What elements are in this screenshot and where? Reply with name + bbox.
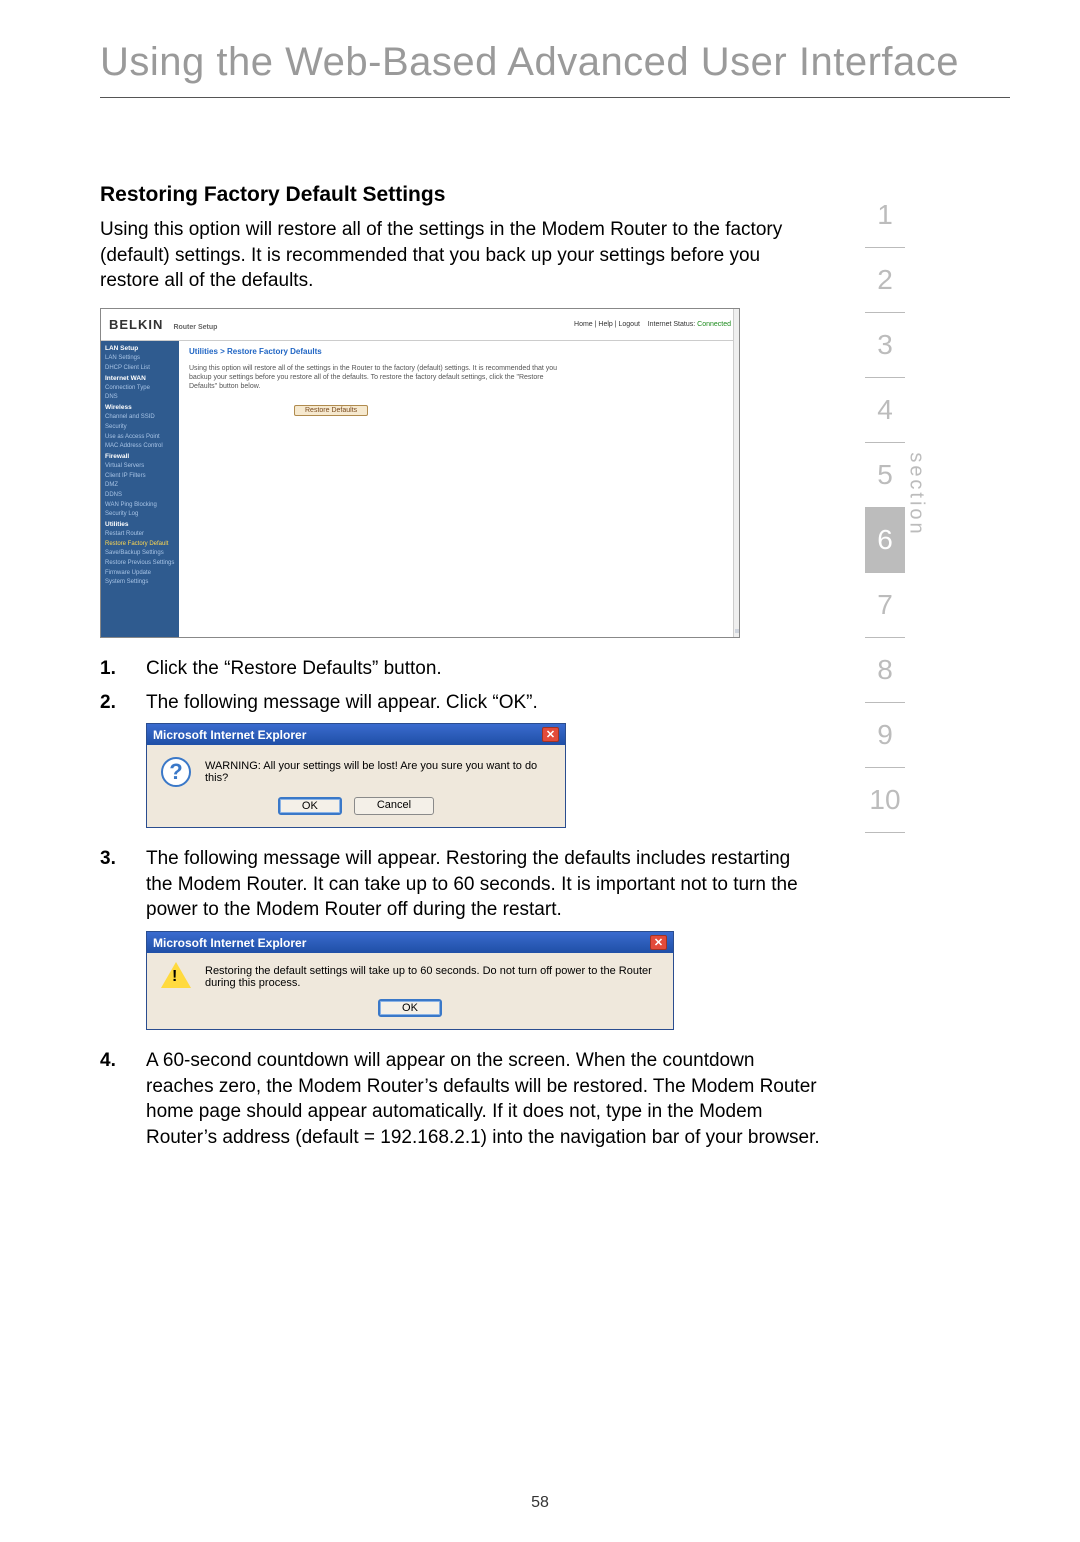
sidebar-item[interactable]: Security Log — [105, 510, 175, 520]
router-header-links: Home | Help | Logout Internet Status: Co… — [574, 321, 731, 328]
sidebar-item[interactable]: Restart Router — [105, 530, 175, 540]
router-brand: BELKIN — [109, 317, 163, 332]
sidebar-item[interactable]: System Settings — [105, 578, 175, 588]
warning-icon — [161, 962, 191, 988]
sidebar-item[interactable]: Restore Previous Settings — [105, 559, 175, 569]
dialog-title-text: Microsoft Internet Explorer — [153, 936, 306, 950]
sidebar-item[interactable]: Use as Access Point — [105, 433, 175, 443]
sidebar-item[interactable]: DNS — [105, 393, 175, 403]
dialog-title-text: Microsoft Internet Explorer — [153, 728, 306, 742]
section-nav-9[interactable]: 9 — [865, 703, 905, 768]
step-4-text: A 60-second countdown will appear on the… — [146, 1048, 820, 1151]
router-scrollbar[interactable] — [733, 309, 739, 637]
section-nav-6[interactable]: 6 — [865, 508, 905, 573]
section-nav-4[interactable]: 4 — [865, 378, 905, 443]
section-nav-8[interactable]: 8 — [865, 638, 905, 703]
section-nav-1[interactable]: 1 — [865, 183, 905, 248]
question-icon: ? — [161, 757, 191, 787]
router-main-pane: Utilities > Restore Factory Defaults Usi… — [179, 341, 739, 637]
sidebar-item[interactable]: Save/Backup Settings — [105, 549, 175, 559]
router-header: BELKIN Router Setup Home | Help | Logout… — [101, 309, 739, 341]
router-status-label: Internet Status: — [648, 321, 695, 328]
dialog-message: WARNING: All your settings will be lost!… — [205, 760, 553, 784]
step-2-number: 2. — [100, 690, 146, 716]
step-3-number: 3. — [100, 846, 146, 923]
sidebar-item[interactable]: Channel and SSID — [105, 413, 175, 423]
router-status-value: Connected — [697, 321, 731, 328]
router-main-text: Using this option will restore all of th… — [189, 364, 569, 391]
sidebar-group-heading: Firewall — [105, 452, 175, 462]
warning-dialog: Microsoft Internet Explorer ✕ ? WARNING:… — [146, 723, 566, 828]
section-vertical-label: section — [904, 452, 927, 536]
sidebar-item[interactable]: DHCP Client List — [105, 364, 175, 374]
step-2: 2. The following message will appear. Cl… — [100, 690, 820, 716]
step-2-text: The following message will appear. Click… — [146, 690, 820, 716]
main-column: Restoring Factory Default Settings Using… — [100, 183, 840, 1159]
close-icon[interactable]: ✕ — [542, 727, 559, 742]
ok-button[interactable]: OK — [278, 797, 342, 815]
dialog-titlebar: Microsoft Internet Explorer ✕ — [147, 724, 565, 745]
sidebar-item[interactable]: MAC Address Control — [105, 442, 175, 452]
close-icon[interactable]: ✕ — [650, 935, 667, 950]
step-3-text: The following message will appear. Resto… — [146, 846, 820, 923]
sidebar-item[interactable]: Client IP Filters — [105, 472, 175, 482]
section-nav: 12345678910 section — [840, 183, 930, 833]
dialog-titlebar: Microsoft Internet Explorer ✕ — [147, 932, 673, 953]
router-breadcrumb: Utilities > Restore Factory Defaults — [189, 347, 729, 356]
section-nav-3[interactable]: 3 — [865, 313, 905, 378]
sidebar-item[interactable]: LAN Settings — [105, 354, 175, 364]
sidebar-item[interactable]: DMZ — [105, 481, 175, 491]
sidebar-item[interactable]: WAN Ping Blocking — [105, 501, 175, 511]
section-nav-10[interactable]: 10 — [865, 768, 905, 833]
router-sidebar: LAN SetupLAN SettingsDHCP Client ListInt… — [101, 341, 179, 637]
sidebar-group-heading: Wireless — [105, 403, 175, 413]
router-header-nav[interactable]: Home | Help | Logout — [574, 321, 640, 328]
sidebar-item[interactable]: DDNS — [105, 491, 175, 501]
sidebar-group-heading: LAN Setup — [105, 344, 175, 354]
step-1-text: Click the “Restore Defaults” button. — [146, 656, 820, 682]
router-subbrand: Router Setup — [173, 324, 217, 331]
cancel-button[interactable]: Cancel — [354, 797, 434, 815]
info-dialog: Microsoft Internet Explorer ✕ Restoring … — [146, 931, 674, 1030]
ok-button[interactable]: OK — [378, 999, 442, 1017]
dialog-message: Restoring the default settings will take… — [205, 965, 661, 989]
section-nav-7[interactable]: 7 — [865, 573, 905, 638]
sidebar-item[interactable]: Firmware Update — [105, 569, 175, 579]
step-1: 1. Click the “Restore Defaults” button. — [100, 656, 820, 682]
section-heading: Restoring Factory Default Settings — [100, 183, 820, 207]
intro-paragraph: Using this option will restore all of th… — [100, 217, 820, 294]
router-admin-screenshot: BELKIN Router Setup Home | Help | Logout… — [100, 308, 740, 638]
sidebar-item[interactable]: Virtual Servers — [105, 462, 175, 472]
page-number: 58 — [0, 1494, 1080, 1512]
step-3: 3. The following message will appear. Re… — [100, 846, 820, 923]
sidebar-group-heading: Utilities — [105, 520, 175, 530]
sidebar-group-heading: Internet WAN — [105, 374, 175, 384]
section-nav-5[interactable]: 5 — [865, 443, 905, 508]
step-4: 4. A 60-second countdown will appear on … — [100, 1048, 820, 1151]
page-title: Using the Web-Based Advanced User Interf… — [100, 40, 1010, 98]
step-4-number: 4. — [100, 1048, 146, 1151]
sidebar-item[interactable]: Security — [105, 423, 175, 433]
step-1-number: 1. — [100, 656, 146, 682]
section-nav-2[interactable]: 2 — [865, 248, 905, 313]
restore-defaults-button[interactable]: Restore Defaults — [294, 405, 368, 416]
sidebar-item[interactable]: Restore Factory Default — [105, 540, 175, 550]
sidebar-item[interactable]: Connection Type — [105, 384, 175, 394]
